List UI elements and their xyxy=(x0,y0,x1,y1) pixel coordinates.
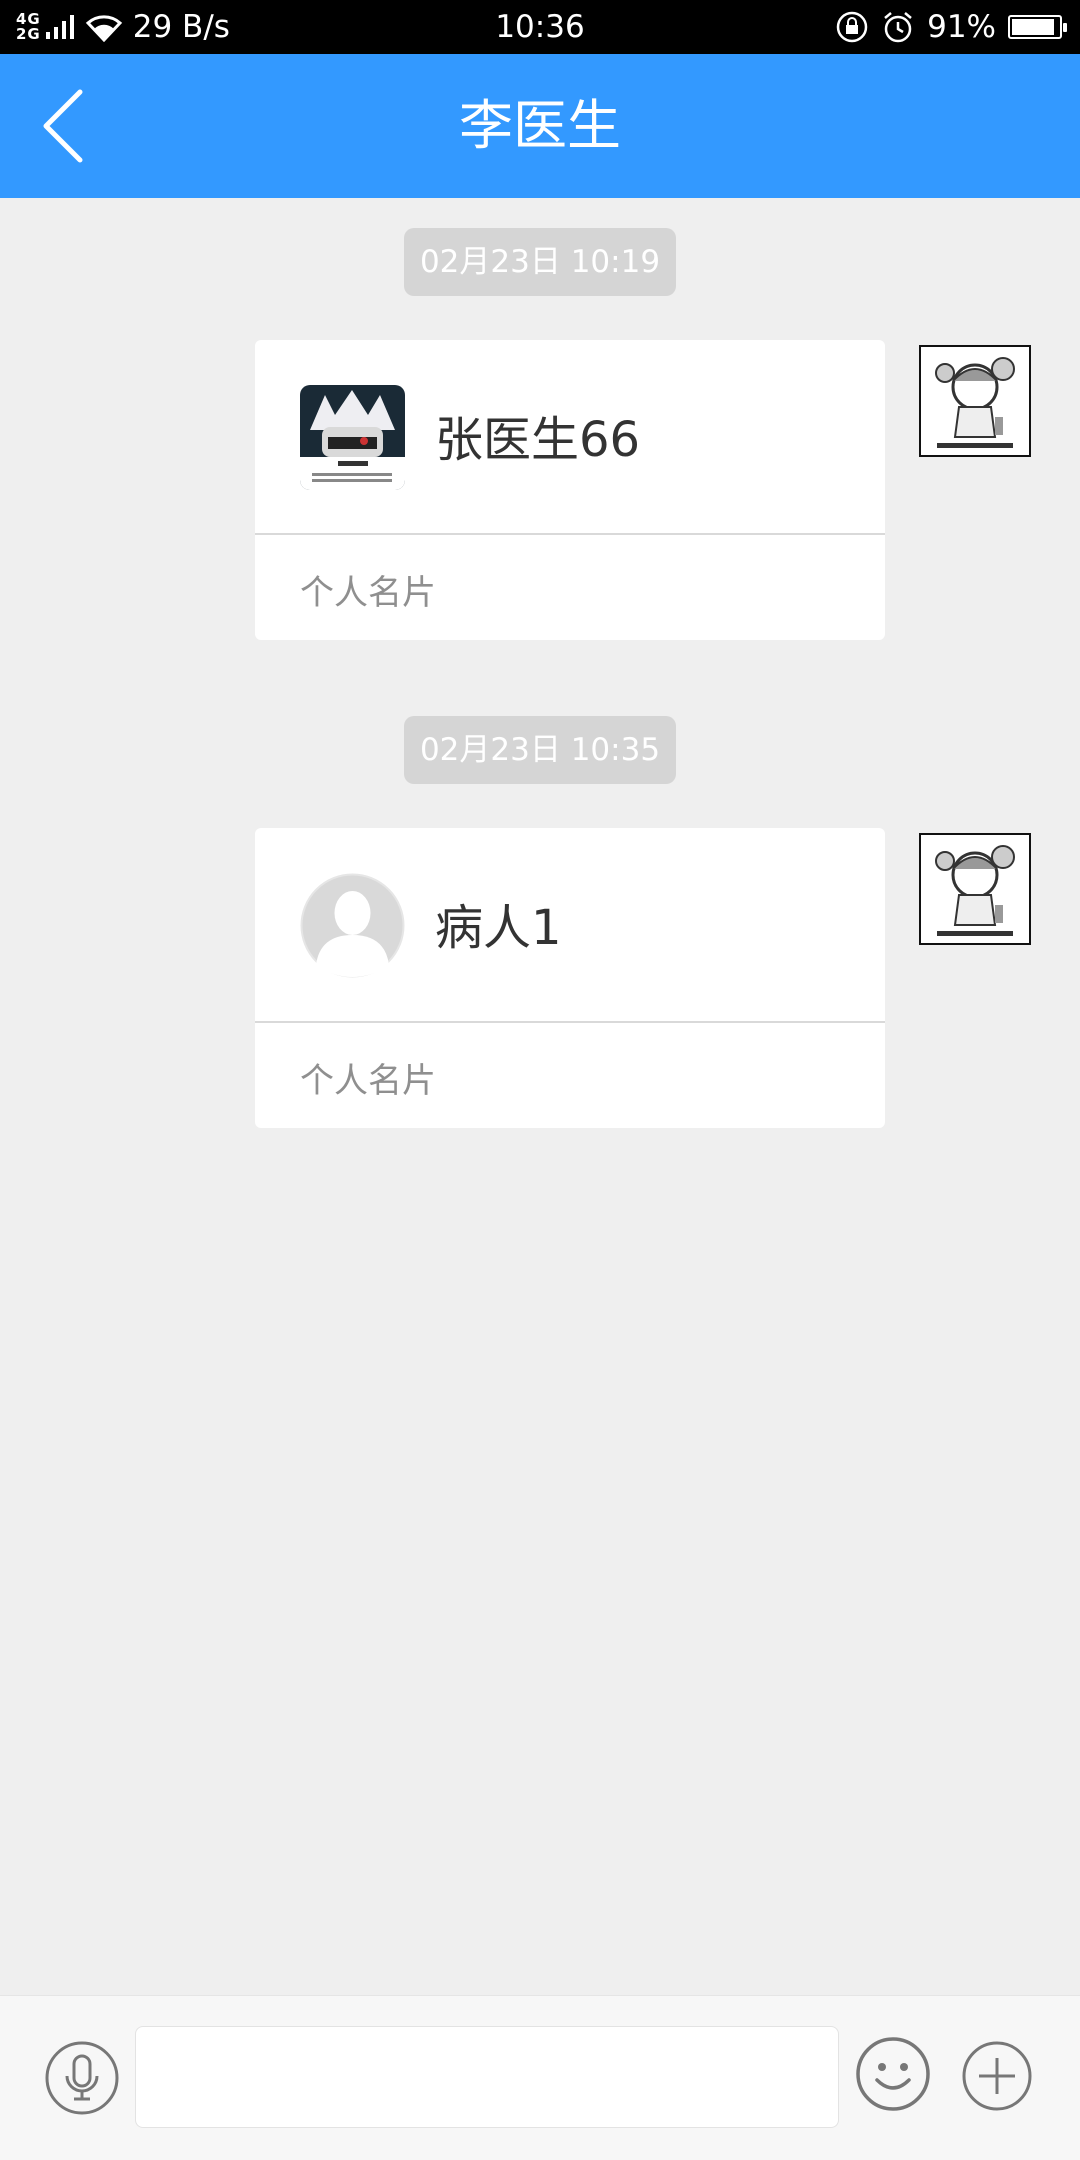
sender-avatar[interactable] xyxy=(919,345,1031,457)
card-contact-name: 病人1 xyxy=(435,900,562,956)
battery-percent: 91% xyxy=(927,9,996,45)
card-header: 病人1 xyxy=(255,828,885,1023)
battery-icon xyxy=(1008,15,1067,39)
emoji-icon xyxy=(856,2037,930,2111)
status-right: 91% xyxy=(835,0,1067,54)
card-contact-name: 张医生66 xyxy=(435,412,641,468)
plus-icon xyxy=(962,2041,1032,2111)
emoji-button[interactable] xyxy=(855,2036,931,2112)
rotation-lock-icon xyxy=(836,11,868,43)
card-type-label: 个人名片 xyxy=(300,1061,436,1101)
contact-card-message[interactable]: 张医生66 个人名片 xyxy=(255,340,885,640)
card-type-label: 个人名片 xyxy=(300,573,436,613)
alarm-icon xyxy=(884,12,912,43)
status-bar: 4G 2G 29 B/s 10:36 91% xyxy=(0,0,1080,54)
message-time: 02月23日 10:35 xyxy=(404,716,676,784)
default-avatar-icon xyxy=(300,873,405,978)
contact-card-message[interactable]: 病人1 个人名片 xyxy=(255,828,885,1128)
title-bar: 李医生 xyxy=(0,54,1080,198)
more-button[interactable] xyxy=(962,2041,1032,2111)
message-input[interactable] xyxy=(135,2026,839,2128)
input-bar xyxy=(0,1995,1080,2160)
card-header: 张医生66 xyxy=(255,340,885,535)
card-avatar xyxy=(300,385,405,490)
sender-avatar[interactable] xyxy=(919,833,1031,945)
microphone-icon xyxy=(45,2041,119,2115)
voice-button[interactable] xyxy=(45,2041,119,2115)
message-time: 02月23日 10:19 xyxy=(404,228,676,296)
page-title: 李医生 xyxy=(459,94,621,157)
battery-level xyxy=(1012,19,1054,35)
